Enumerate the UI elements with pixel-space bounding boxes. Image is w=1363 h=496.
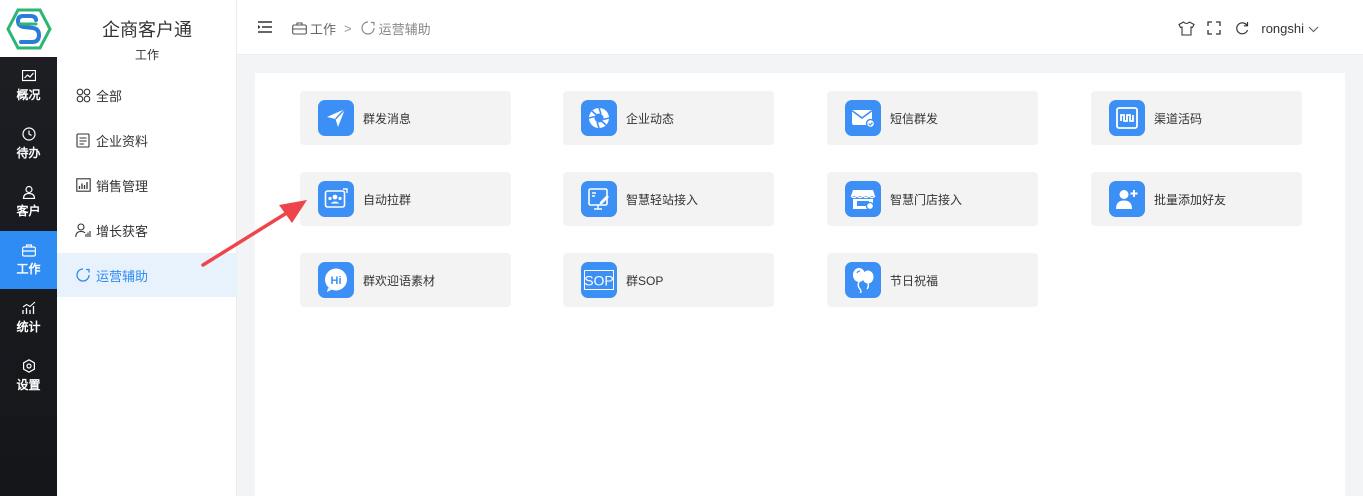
user-growth-icon: [75, 222, 91, 238]
rail-item-todo[interactable]: 待办: [0, 115, 57, 173]
card-sms-broadcast[interactable]: 短信群发: [827, 91, 1038, 145]
card-company-news[interactable]: 企业动态: [563, 91, 774, 145]
card-label: 短信群发: [890, 111, 939, 126]
send-icon: [318, 100, 354, 136]
card-welcome-material[interactable]: Hi 群欢迎语素材: [300, 253, 511, 307]
card-auto-group[interactable]: 自动拉群: [300, 172, 511, 226]
sidebar-item-label: 增长获客: [96, 223, 149, 239]
svg-text:SOP: SOP: [584, 273, 614, 289]
card-label: 群欢迎语素材: [363, 273, 436, 288]
sidebar-item-label: 运营辅助: [96, 268, 149, 284]
card-label: 自动拉群: [363, 192, 412, 207]
section-subtitle: 工作: [134, 48, 159, 62]
breadcrumb-item-work[interactable]: 工作: [310, 19, 336, 38]
sidebar-item-label: 企业资料: [96, 133, 149, 149]
rail-item-label: 统计: [16, 320, 41, 334]
svg-text:Hi: Hi: [331, 275, 342, 287]
card-label: 节日祝福: [890, 273, 939, 288]
card-holiday-greeting[interactable]: 节日祝福: [827, 253, 1038, 307]
hi-icon: Hi: [318, 262, 354, 298]
clock-icon: [21, 127, 36, 141]
rail-item-label: 工作: [16, 262, 41, 276]
card-label: 群发消息: [363, 111, 412, 126]
card-microsite[interactable]: 智慧轻站接入: [563, 172, 774, 226]
briefcase-icon: [291, 20, 307, 36]
top-actions: rongshi: [1177, 18, 1319, 38]
refresh-icon[interactable]: [1233, 19, 1251, 37]
sidebar-item-growth[interactable]: 增长获客: [57, 208, 237, 252]
card-label: 群SOP: [626, 273, 664, 288]
user-menu[interactable]: rongshi: [1261, 21, 1319, 36]
group-pull-icon: [318, 181, 354, 217]
card-batch-add-friends[interactable]: 批量添加好友: [1091, 172, 1302, 226]
gear-icon: [22, 359, 36, 373]
rail-item-label: 客户: [16, 204, 41, 218]
sidebar-item-label: 销售管理: [96, 178, 149, 194]
card-channel-qrcode[interactable]: 渠道活码: [1091, 91, 1302, 145]
top-bar: 工作 > 运营辅助 rongshi: [237, 0, 1363, 55]
rail-item-label: 概况: [16, 88, 41, 102]
card-label: 批量添加好友: [1154, 192, 1227, 207]
sop-icon: SOP: [581, 262, 617, 298]
username: rongshi: [1261, 20, 1304, 36]
card-label: 智慧轻站接入: [626, 192, 699, 207]
rail-item-label: 设置: [16, 378, 41, 392]
breadcrumb-item-current: 运营辅助: [378, 21, 431, 37]
rail-item-overview[interactable]: 概况: [0, 57, 57, 115]
ops-icon: [360, 20, 376, 36]
ops-icon: [75, 267, 91, 283]
app-logo[interactable]: [0, 0, 57, 57]
microsite-icon: [581, 181, 617, 217]
sidebar-item-label: 全部: [96, 88, 123, 104]
feature-panel: 群发消息 企业动态 短信群发 渠道活码 自动拉群 智慧轻站接入 智慧门店接入 批…: [255, 73, 1345, 496]
briefcase-icon: [21, 243, 36, 257]
rail-item-label: 待办: [16, 146, 41, 160]
rail-item-settings[interactable]: 设置: [0, 347, 57, 405]
user-icon: [22, 185, 36, 199]
sidebar-item-ops[interactable]: 运营辅助: [57, 253, 237, 297]
card-label: 企业动态: [626, 111, 675, 126]
sidebar-item-sales[interactable]: 销售管理: [57, 163, 237, 207]
fullscreen-icon[interactable]: [1205, 19, 1223, 37]
secondary-sidebar: 企商客户通 工作 全部 企业资料 销售管理 增长获客 运营辅助: [57, 0, 237, 496]
card-smart-store[interactable]: 智慧门店接入: [827, 172, 1038, 226]
sidebar-item-all[interactable]: 全部: [57, 73, 237, 117]
document-icon: [75, 132, 91, 148]
breadcrumb: 工作 > 运营辅助: [291, 18, 431, 38]
main-rail: 概况 待办 客户 工作 统计 设置: [0, 0, 57, 496]
app-title: 企商客户通: [102, 20, 192, 40]
rail-item-stats[interactable]: 统计: [0, 289, 57, 347]
card-group-sop[interactable]: SOP 群SOP: [563, 253, 774, 307]
tshirt-icon[interactable]: [1177, 19, 1195, 37]
mail-icon: [845, 100, 881, 136]
logo-icon: [5, 8, 52, 49]
card-label: 智慧门店接入: [890, 192, 963, 207]
chart-icon: [21, 69, 36, 83]
stats-icon: [21, 301, 36, 315]
grid-icon: [75, 87, 91, 103]
rail-item-customer[interactable]: 客户: [0, 173, 57, 231]
menu-fold-icon[interactable]: [257, 20, 273, 34]
rail-item-work[interactable]: 工作: [0, 231, 57, 289]
sidebar-item-company-info[interactable]: 企业资料: [57, 118, 237, 162]
aperture-icon: [581, 100, 617, 136]
add-friend-icon: [1109, 181, 1145, 217]
breadcrumb-separator: >: [344, 20, 352, 36]
card-mass-message[interactable]: 群发消息: [300, 91, 511, 145]
store-icon: [845, 181, 881, 217]
sales-chart-icon: [75, 177, 91, 193]
card-label: 渠道活码: [1154, 111, 1203, 126]
qrcode-icon: [1109, 100, 1145, 136]
chevron-down-icon: [1308, 21, 1319, 36]
balloon-icon: [845, 262, 881, 298]
